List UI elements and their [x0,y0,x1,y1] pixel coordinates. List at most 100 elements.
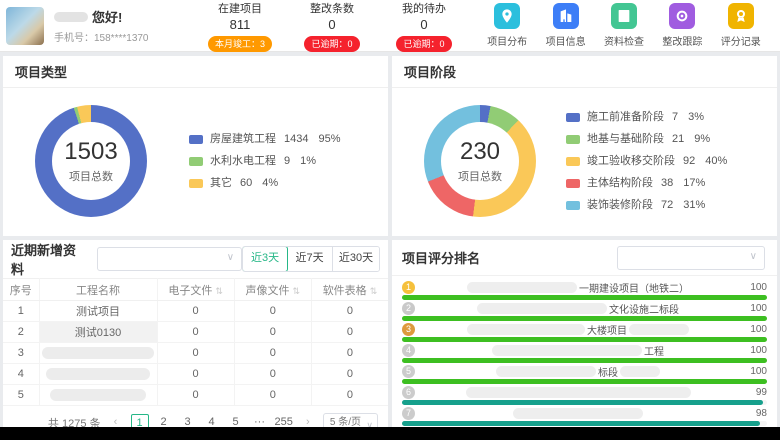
ranking-row[interactable]: 6 99 [402,385,767,406]
redacted-project-name [46,368,150,380]
rank-score: 100 [741,366,767,377]
user-phone: 手机号：158****1370 [54,29,149,44]
tab-last-30-days[interactable]: 近30天 [333,247,379,271]
col-efile[interactable]: 电子文件⇅ [157,279,234,301]
panel-title: 项目评分排名 [402,248,480,267]
user-info: 您好! 手机号：158****1370 [6,7,194,45]
ranking-row[interactable]: 1 一期建设项目（地铁二） 100 [402,280,767,301]
legend-item[interactable]: 主体结构阶段3817% [566,172,727,194]
shortcut-rectify-track[interactable]: 整改跟踪 [662,3,702,48]
tab-last-3-days[interactable]: 近3天 [242,246,288,272]
stat-rectifications: 整改条数 0 已逾期：0 [286,0,378,52]
ranking-list: 1 一期建设项目（地铁二） 100 2 文化设施二标段 100 [392,276,777,427]
legend-item[interactable]: 房屋建筑工程143495% [189,128,341,150]
ranking-row[interactable]: 7 98 [402,406,767,427]
score-bar [402,379,767,384]
col-sheet[interactable]: 软件表格⇅ [311,279,388,301]
rank-badge: 7 [402,407,415,420]
sort-icon[interactable]: ⇅ [370,286,378,296]
recent-docs-table: 序号 工程名称 电子文件⇅ 声像文件⇅ 软件表格⇅ 1测试项目 000 2测试0… [3,278,388,406]
tab-last-7-days[interactable]: 近7天 [287,247,333,271]
redacted-name [629,324,689,335]
ranking-row[interactable]: 2 文化设施二标段 100 [402,301,767,322]
redacted-name [466,387,691,398]
score-bar [402,400,763,405]
donut-total-label: 项目总数 [458,168,502,184]
rank-score: 100 [741,282,767,293]
map-pin-icon [494,3,520,29]
rank-badge: 3 [402,323,415,336]
rank-badge: 4 [402,344,415,357]
shortcut-project-distribution[interactable]: 项目分布 [487,3,527,48]
table-row[interactable]: 4 000 [3,364,388,385]
project-type-donut-chart[interactable]: 1503 项目总数 [35,105,147,217]
sort-icon[interactable]: ⇅ [293,286,301,296]
rank-badge: 5 [402,365,415,378]
table-row[interactable]: 3 000 [3,343,388,364]
legend-item[interactable]: 装饰装修阶段7231% [566,194,727,216]
legend-swatch [566,113,580,122]
shortcut-nav: 项目分布 项目信息 资料检查 整改跟踪 [478,3,770,48]
redacted-name [467,282,577,293]
legend-swatch [189,179,203,188]
project-filter-select[interactable]: ∨ [97,247,242,271]
rank-badge: 1 [402,281,415,294]
score-bar [402,337,767,342]
score-bar [402,358,767,363]
redacted-project-name [50,389,146,401]
score-bar [402,421,760,426]
panel-title: 项目类型 [15,62,67,81]
legend-item[interactable]: 竣工验收移交阶段9240% [566,150,727,172]
rank-badge: 2 [402,302,415,315]
legend-item[interactable]: 施工前准备阶段73% [566,106,727,128]
document-icon [611,3,637,29]
rank-badge: 6 [402,386,415,399]
rank-score: 100 [741,324,767,335]
col-index: 序号 [3,279,39,301]
col-project-name: 工程名称 [39,279,157,301]
stat-todos: 我的待办 0 已逾期：0 [378,0,470,52]
project-type-legend: 房屋建筑工程143495% 水利水电工程91% 其它604% [189,128,341,194]
shortcut-project-info[interactable]: 项目信息 [546,3,586,48]
panel-recent-docs: 近期新增资料 ∨ 近3天 近7天 近30天 序号 工程名称 电子文件⇅ 声像文件… [3,240,388,427]
panel-project-phase: 项目阶段 230 项目总数 施工前准备阶段73% 地基与基础阶段219% 竣工验… [392,56,777,236]
ranking-row[interactable]: 4 工程 100 [402,343,767,364]
legend-item[interactable]: 地基与基础阶段219% [566,128,727,150]
redacted-name [477,303,607,314]
project-phase-legend: 施工前准备阶段73% 地基与基础阶段219% 竣工验收移交阶段9240% 主体结… [566,106,727,216]
redacted-name [467,324,585,335]
legend-item[interactable]: 其它604% [189,172,341,194]
top-bar: 您好! 手机号：158****1370 在建项目 811 本月竣工：3 整改条数… [0,0,780,52]
panel-project-type: 项目类型 1503 项目总数 房屋建筑工程143495% 水利水电工程91% 其… [3,56,388,236]
building-icon [553,3,579,29]
medal-icon [728,3,754,29]
donut-total: 1503 [64,138,117,166]
redacted-name [620,366,660,377]
donut-total-label: 项目总数 [69,168,113,184]
table-row[interactable]: 2测试0130 000 [3,322,388,343]
legend-swatch [566,179,580,188]
project-phase-donut-chart[interactable]: 230 项目总数 [424,105,536,217]
legend-swatch [566,135,580,144]
stat-badge: 本月竣工：3 [208,36,272,52]
redacted-name [496,366,596,377]
sort-icon[interactable]: ⇅ [215,286,223,296]
ranking-filter-select[interactable]: ∨ [617,246,765,270]
avatar[interactable] [6,7,44,45]
user-greeting: 您好! [54,7,149,26]
letterbox-bar [0,427,780,440]
ranking-row[interactable]: 5 标段 100 [402,364,767,385]
rank-score: 100 [741,345,767,356]
rank-score: 98 [741,408,767,419]
table-row[interactable]: 5 000 [3,385,388,406]
target-icon [669,3,695,29]
stat-badge: 已逾期：0 [304,36,359,52]
table-row[interactable]: 1测试项目 000 [3,301,388,322]
shortcut-doc-check[interactable]: 资料检查 [604,3,644,48]
redacted-name [513,408,643,419]
col-media[interactable]: 声像文件⇅ [234,279,311,301]
panel-title: 近期新增资料 [11,240,87,278]
legend-item[interactable]: 水利水电工程91% [189,150,341,172]
shortcut-score-records[interactable]: 评分记录 [721,3,761,48]
ranking-row[interactable]: 3 大楼项目 100 [402,322,767,343]
